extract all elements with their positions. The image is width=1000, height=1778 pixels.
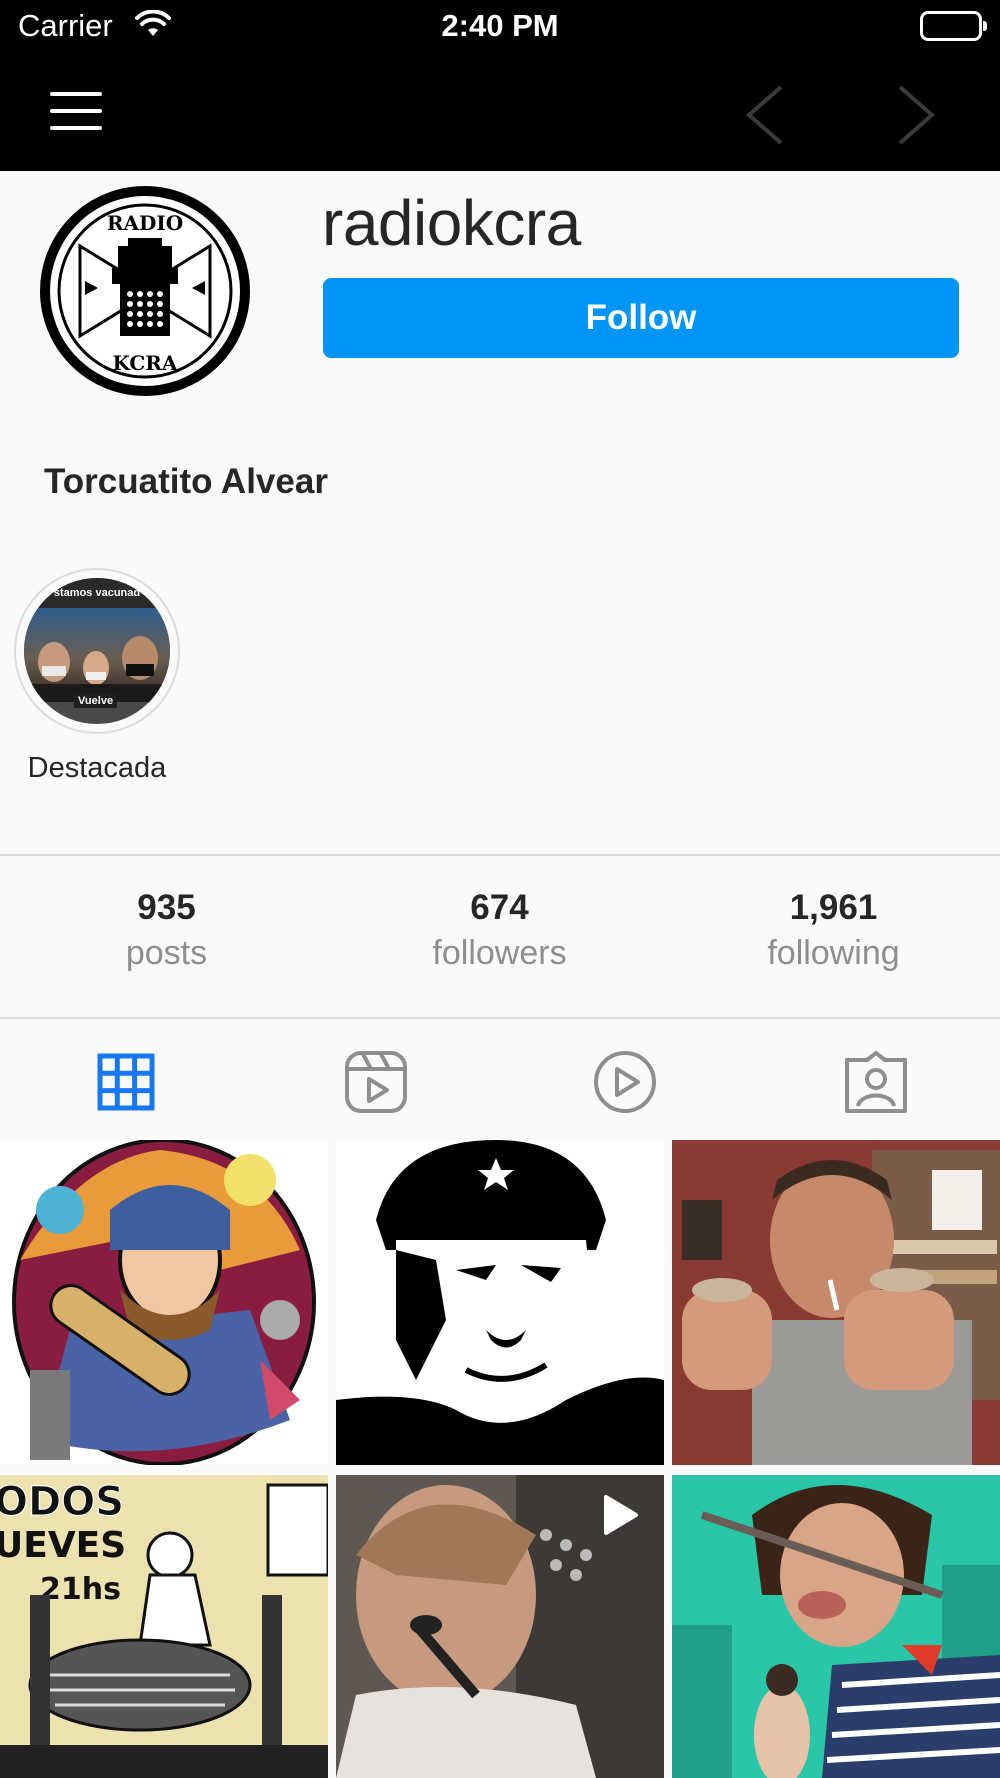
following-count: 1,961	[789, 888, 878, 927]
reels-icon	[345, 1051, 407, 1113]
posts-count: 935	[137, 888, 196, 927]
profile-avatar[interactable]: RADIO KCRA	[40, 186, 250, 396]
stat-posts[interactable]: 935 posts	[0, 888, 333, 973]
stat-following[interactable]: 1,961 following	[667, 888, 1000, 973]
grid-icon	[97, 1053, 155, 1111]
posts-label: posts	[125, 934, 208, 972]
follow-button[interactable]: Follow	[323, 278, 959, 358]
followers-label: followers	[432, 934, 567, 972]
svg-text:21hs: 21hs	[40, 1572, 121, 1607]
reels-tab[interactable]	[341, 1050, 411, 1114]
logo-text-top: RADIO	[107, 211, 183, 235]
stat-followers[interactable]: 674 followers	[333, 888, 666, 973]
highlight-cover-text-top: stamos vacunad	[24, 578, 170, 608]
divider	[0, 1017, 1000, 1019]
battery-icon	[920, 11, 987, 41]
clock: 2:40 PM	[441, 8, 559, 43]
svg-text:ODOS: ODOS	[0, 1479, 124, 1525]
highlight-label: Destacada	[27, 752, 167, 784]
highlight-cover: stamos vacunad Vuelve	[24, 578, 170, 724]
post-thumbnail[interactable]	[0, 1140, 328, 1465]
tagged-person-icon	[845, 1051, 907, 1113]
video-post-icon	[600, 1493, 640, 1542]
grid-tab[interactable]	[91, 1050, 161, 1114]
svg-text:UEVES: UEVES	[0, 1525, 126, 1566]
tagged-tab[interactable]	[841, 1050, 911, 1114]
video-tab[interactable]	[590, 1050, 660, 1114]
chevron-right-icon[interactable]	[896, 85, 936, 150]
play-circle-icon	[594, 1051, 656, 1113]
post-thumbnail[interactable]	[672, 1475, 1000, 1778]
post-thumbnail[interactable]	[672, 1140, 1000, 1465]
following-label: following	[767, 934, 900, 972]
username: radiokcra	[322, 187, 581, 259]
highlight-cover-text-bottom: Vuelve	[74, 694, 118, 708]
post-thumbnail[interactable]	[336, 1140, 664, 1465]
chevron-left-icon[interactable]	[745, 85, 785, 150]
full-name: Torcuatito Alvear	[44, 462, 328, 501]
post-thumbnail[interactable]	[336, 1475, 664, 1778]
hamburger-icon[interactable]	[50, 92, 102, 132]
status-bar: Carrier 2:40 PM	[0, 0, 1000, 55]
logo-text-bottom: KCRA	[113, 351, 178, 375]
navigation-bar	[0, 55, 1000, 171]
divider	[0, 854, 1000, 856]
radio-kcra-logo: RADIO KCRA	[40, 186, 250, 396]
followers-count: 674	[470, 888, 529, 927]
post-thumbnail[interactable]: ODOS UEVES 21hs	[0, 1475, 328, 1778]
highlight-destacada[interactable]: stamos vacunad Vuelve	[14, 568, 180, 734]
